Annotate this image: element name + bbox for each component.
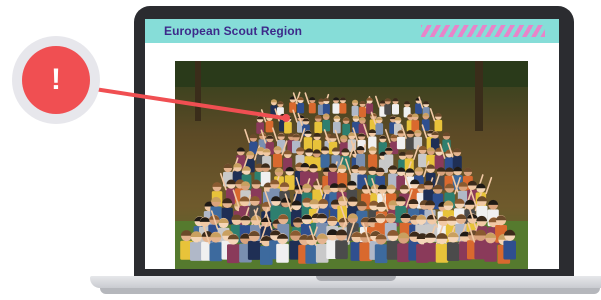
laptop-notch — [316, 276, 396, 281]
site-header: European Scout Region — [145, 19, 559, 43]
laptop-screen: European Scout Region — [145, 19, 559, 269]
crowd-illustration — [175, 61, 528, 269]
laptop-foot — [100, 288, 600, 294]
site-title[interactable]: European Scout Region — [164, 24, 302, 38]
header-stripes-decoration — [421, 25, 545, 37]
alert-badge[interactable]: ! — [22, 46, 90, 114]
group-photo — [175, 61, 528, 269]
exclamation-icon: ! — [51, 63, 61, 96]
stage: European Scout Region ! — [0, 0, 601, 300]
